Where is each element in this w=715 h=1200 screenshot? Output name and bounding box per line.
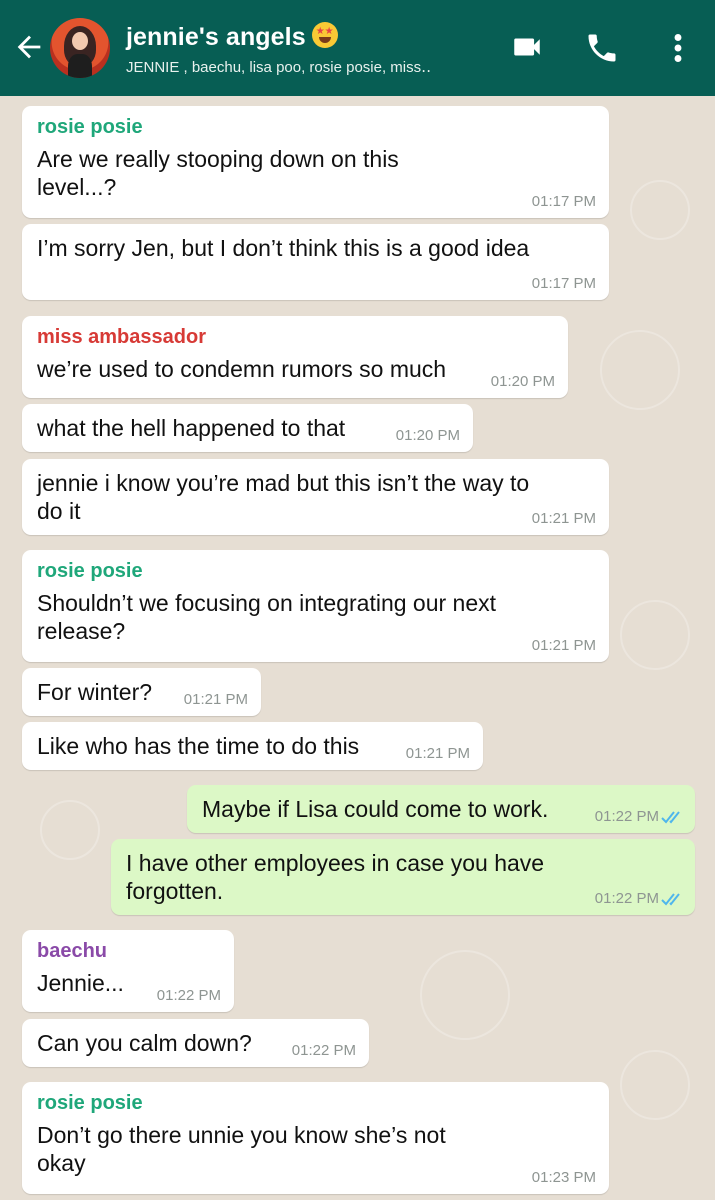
message-time: 01:21 PM xyxy=(405,745,470,762)
message-time: 01:20 PM xyxy=(395,427,460,444)
message-text: we’re used to condemn rumors so much xyxy=(37,356,447,382)
message-bubble[interactable]: I’m sorry Jen, but I don’t think this is… xyxy=(22,224,609,300)
message-text: Shouldn’t we focusing on integrating our… xyxy=(37,590,497,644)
message-time: 01:22 PM xyxy=(594,890,659,907)
wallpaper-doodle xyxy=(620,1050,690,1120)
message-bubble[interactable]: Can you calm down? 01:22 PM xyxy=(22,1019,369,1067)
message-bubble[interactable]: baechu Jennie... 01:22 PM xyxy=(22,930,234,1012)
message-bubble[interactable]: rosie posie Don’t go there unnie you kno… xyxy=(22,1082,609,1194)
read-ticks-icon xyxy=(661,893,680,906)
wallpaper-doodle xyxy=(420,950,510,1040)
star-struck-emoji-icon xyxy=(311,22,338,48)
message-text: Are we really stooping down on this leve… xyxy=(37,146,399,200)
avatar-face xyxy=(72,32,88,50)
message-bubble[interactable]: rosie posie Are we really stooping down … xyxy=(22,106,609,218)
wallpaper-doodle xyxy=(40,800,100,860)
sender-name: rosie posie xyxy=(37,1092,143,1114)
wallpaper-doodle xyxy=(620,600,690,670)
more-vert-icon[interactable] xyxy=(668,30,688,66)
message-bubble[interactable]: rosie posie Shouldn’t we focusing on int… xyxy=(22,550,609,662)
message-time: 01:17 PM xyxy=(531,275,596,292)
wallpaper-doodle xyxy=(600,330,680,410)
message-time: 01:21 PM xyxy=(531,637,596,654)
video-camera-icon[interactable] xyxy=(510,30,544,64)
group-avatar[interactable] xyxy=(50,18,110,78)
message-text: I’m sorry Jen, but I don’t think this is… xyxy=(37,235,530,261)
message-bubble[interactable]: what the hell happened to that 01:20 PM xyxy=(22,404,473,452)
message-bubble[interactable]: jennie i know you’re mad but this isn’t … xyxy=(22,459,609,535)
chat-title-text: jennie's angels xyxy=(126,23,306,51)
sender-name: rosie posie xyxy=(37,116,143,138)
chat-header: jennie's angels JENNIE , baechu, lisa po… xyxy=(0,0,715,96)
message-text: Don’t go there unnie you know she’s not … xyxy=(37,1122,446,1176)
sender-name: baechu xyxy=(37,940,108,962)
message-bubble[interactable]: For winter? 01:21 PM xyxy=(22,668,261,716)
avatar-body xyxy=(68,54,92,78)
message-time: 01:23 PM xyxy=(531,1169,596,1186)
chat-participants[interactable]: JENNIE , baechu, lisa poo, rosie posie, … xyxy=(126,58,471,76)
phone-icon[interactable] xyxy=(584,30,620,66)
message-text: jennie i know you’re mad but this isn’t … xyxy=(37,470,530,524)
sender-name: miss ambassador xyxy=(37,326,206,348)
message-time: 01:22 PM xyxy=(594,808,659,825)
message-bubble[interactable]: Like who has the time to do this 01:21 P… xyxy=(22,722,483,770)
arrow-left-icon[interactable] xyxy=(12,30,46,64)
read-ticks-icon xyxy=(661,811,680,824)
message-time: 01:21 PM xyxy=(531,510,596,527)
chat-title[interactable]: jennie's angels xyxy=(126,22,338,52)
message-bubble-outgoing[interactable]: I have other employees in case you have … xyxy=(111,839,695,915)
message-bubble-outgoing[interactable]: Maybe if Lisa could come to work. 01:22 … xyxy=(187,785,695,833)
message-time: 01:21 PM xyxy=(183,691,248,708)
message-text: I have other employees in case you have … xyxy=(126,850,545,904)
message-time: 01:17 PM xyxy=(531,193,596,210)
message-time: 01:20 PM xyxy=(490,373,555,390)
message-bubble[interactable]: miss ambassador we’re used to condemn ru… xyxy=(22,316,568,398)
message-time: 01:22 PM xyxy=(291,1042,356,1059)
wallpaper-doodle xyxy=(630,180,690,240)
sender-name: rosie posie xyxy=(37,560,143,582)
message-text: Like who has the time to do this xyxy=(37,733,360,759)
message-time: 01:22 PM xyxy=(156,987,221,1004)
